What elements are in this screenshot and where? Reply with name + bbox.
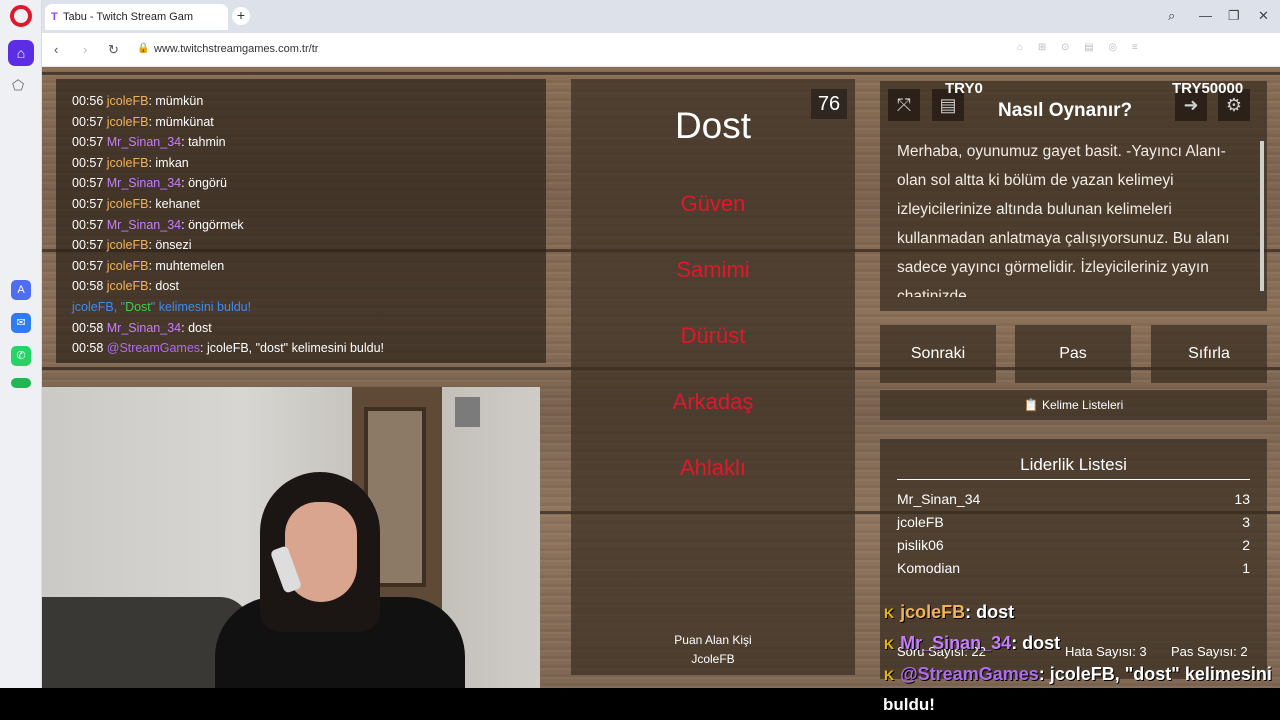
tab-strip: T Tabu - Twitch Stream Gam + ⌕ — ❐ ✕ — [42, 0, 1280, 33]
minimize-button[interactable]: — — [1199, 8, 1212, 23]
help-text: Merhaba, oyunumuz gayet basit. -Yayıncı … — [897, 143, 1230, 297]
taboo-word: Dürüst — [680, 323, 746, 348]
close-button[interactable]: ✕ — [1258, 8, 1269, 24]
plank-line — [42, 72, 1280, 75]
messenger-icon[interactable]: ✉ — [11, 313, 31, 333]
leaderboard-row: jcoleFB 3 — [897, 514, 1250, 530]
chat-message: 00:58 Mr_Sinan_34: dost — [72, 320, 212, 335]
help-panel: ⤧ ▤ ➜ ⚙ Nasıl Oynanır? Merhaba, oyunumuz… — [880, 81, 1267, 311]
back-button[interactable]: ‹ — [54, 42, 58, 57]
address-bar: ‹ › ↻ 🔒 www.twitchstreamgames.com.tr/tr … — [42, 33, 1280, 67]
scorer-label: Puan Alan Kişi — [674, 633, 752, 647]
maximize-button[interactable]: ❐ — [1228, 8, 1240, 24]
leaderboard-title: Liderlik Listesi — [1020, 455, 1127, 474]
overlay-chat-line: K @StreamGames: jcoleFB, "dost" kelimesin… — [884, 664, 1272, 684]
bottom-bar — [0, 688, 1280, 720]
forward-button[interactable]: › — [83, 42, 87, 57]
home-icon[interactable]: ⌂ — [8, 40, 34, 66]
leaderboard-divider — [897, 479, 1250, 480]
word-lists-button[interactable]: 📋 Kelime Listeleri — [880, 390, 1267, 420]
reload-button[interactable]: ↻ — [108, 42, 119, 58]
chat-message: 00:57 jcoleFB: kehanet — [72, 196, 200, 211]
taboo-word: Samimi — [676, 257, 750, 282]
overlay-chat-continuation: buldu! — [883, 695, 935, 714]
url-field[interactable]: www.twitchstreamgames.com.tr/tr — [154, 43, 318, 55]
webcam-switch — [455, 397, 480, 427]
toolbar-icons: ⌂ ⊞ ⊙ ▤ ◎ ≡ — [1017, 42, 1144, 53]
taboo-word: Arkadaş — [672, 389, 754, 414]
whatsapp-icon[interactable]: ✆ — [11, 346, 31, 366]
taboo-word: Ahlaklı — [679, 455, 747, 480]
overlay-chat-line: K Mr_Sinan_34: dost — [884, 633, 1061, 653]
browser-sidebar: ⌂ ⬠ A ✉ ✆ — [0, 0, 42, 720]
appstore-icon[interactable]: A — [11, 280, 31, 300]
chat-message: 00:58 jcoleFB: dost — [72, 279, 180, 294]
chat-message: 00:57 jcoleFB: mümkünat — [72, 114, 214, 129]
kick-icon: K — [884, 667, 895, 683]
help-title: Nasıl Oynanır? — [998, 100, 1133, 121]
opera-logo-icon[interactable] — [10, 5, 32, 27]
lock-icon: 🔒 — [137, 43, 150, 54]
chat-message: 00:56 jcoleFB: mümkün — [72, 94, 204, 108]
kick-icon: K — [884, 636, 895, 652]
webcam-streamer — [215, 472, 465, 688]
scorer-name: JcoleFB — [691, 652, 735, 666]
new-tab-button[interactable]: + — [232, 7, 250, 25]
leaderboard-row: Mr_Sinan_34 13 — [897, 491, 1250, 507]
pinboard-icon[interactable]: ⬠ — [12, 77, 24, 94]
kick-icon: K — [884, 605, 895, 621]
chat-system-message: jcoleFB, "Dost" kelimesini buldu! — [72, 299, 252, 314]
spotify-icon[interactable] — [11, 378, 31, 388]
tab-title: Tabu - Twitch Stream Gam — [63, 11, 194, 23]
taboo-card: 76 Dost Güven Samimi Dürüst Arkadaş Ahla… — [571, 79, 855, 675]
taboo-word: Güven — [680, 191, 746, 216]
donation-min: TRY0 — [945, 80, 983, 97]
webcam-feed — [42, 387, 540, 688]
chat-list: 00:56 jcoleFB: mümkün 00:57 jcoleFB: müm… — [72, 91, 384, 359]
donation-max: TRY50000 — [1172, 80, 1244, 97]
search-icon[interactable]: ⌕ — [1168, 8, 1175, 24]
compress-icon[interactable]: ⤧ — [888, 89, 920, 121]
game-page: 00:56 jcoleFB: mümkün 00:57 jcoleFB: müm… — [42, 67, 1280, 688]
reset-button[interactable]: Sıfırla — [1151, 325, 1267, 383]
leaderboard-row: Komodian 1 — [897, 560, 1250, 576]
chat-message: 00:57 Mr_Sinan_34: öngörü — [72, 176, 227, 191]
chat-message: 00:57 Mr_Sinan_34: öngörmek — [72, 217, 244, 232]
help-scrollbar[interactable] — [1260, 141, 1264, 291]
next-button[interactable]: Sonraki — [880, 325, 996, 383]
twitch-icon: T — [51, 11, 58, 23]
chat-message: 00:57 jcoleFB: önsezi — [72, 238, 192, 253]
pass-count: Pas Sayısı: 2 — [1171, 644, 1248, 659]
chat-panel: 00:56 jcoleFB: mümkün 00:57 jcoleFB: müm… — [56, 79, 546, 363]
chat-message: 00:57 jcoleFB: imkan — [72, 155, 189, 170]
overlay-chat-line: KjcoleFB: dost — [884, 602, 1015, 622]
leaderboard-row: pislik06 2 — [897, 537, 1250, 553]
error-count: Hata Sayısı: 3 — [1065, 644, 1147, 659]
chat-message: 00:57 jcoleFB: muhtemelen — [72, 258, 225, 273]
tab-tabu[interactable]: T Tabu - Twitch Stream Gam — [45, 4, 228, 30]
chat-message: 00:58 @StreamGames: jcoleFB, "dost" keli… — [72, 341, 385, 356]
main-word: Dost — [674, 105, 752, 146]
chat-message: 00:57 Mr_Sinan_34: tahmin — [72, 135, 226, 150]
pass-button[interactable]: Pas — [1015, 325, 1131, 383]
